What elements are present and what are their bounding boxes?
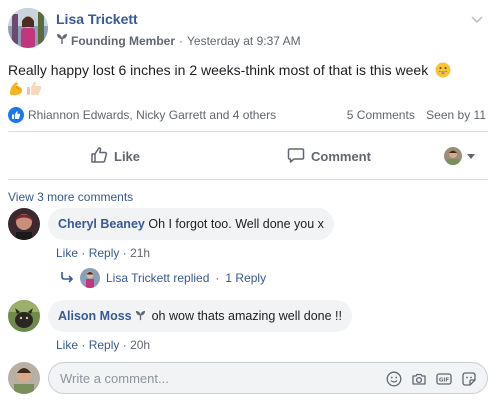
comment-bubble: Alison Moss oh wow thats amazing well do… [48,300,352,332]
comment-reply-link[interactable]: Reply [89,338,120,352]
post-author-name[interactable]: Lisa Trickett [56,11,138,27]
comment-button[interactable]: Comment [287,140,371,172]
meta-separator: · [179,33,183,48]
comment-like-link[interactable]: Like [56,246,78,260]
comment-author[interactable]: Alison Moss [58,309,132,323]
comment-actions-dot: · [122,246,127,260]
comment-actions: Like · Reply · 20h [56,338,150,352]
reactions-divider [8,131,488,132]
comment-bubble-icon [287,146,305,167]
comment-actions-dot: · [81,246,86,260]
reply-author-avatar [80,268,100,288]
comment-composer: Write a comment... GIF [8,362,488,394]
reply-thread-dot: · [215,271,220,285]
post-options-chevron-icon[interactable] [470,12,484,26]
post-action-bar: Like Comment [8,140,488,172]
composer-tools: GIF [386,371,477,387]
comment-time[interactable]: 20h [130,338,150,352]
post-emoji-row [8,80,42,98]
comment-text: Oh I forgot too. Well done you x [148,217,324,231]
like-button-label: Like [114,148,141,164]
commenter-avatar[interactable] [8,208,40,240]
actions-divider [8,179,488,180]
post-meta: Founding Member · Yesterday at 9:37 AM [56,33,301,48]
sticker-icon[interactable] [461,371,477,387]
comment-time[interactable]: 21h [130,246,150,260]
selector-caret-icon [466,149,476,164]
grinning-face-emoji-icon [435,62,451,83]
comment-actions-dot: · [81,338,86,352]
camera-icon[interactable] [411,371,427,387]
reactions-bar: Rhiannon Edwards, Nicky Garrett and 4 ot… [8,106,488,124]
reply-arrow-icon [60,271,74,286]
comment-reply-link[interactable]: Reply [89,246,120,260]
like-button[interactable]: Like [90,140,140,172]
engagement-counts: 5 Comments Seen by 11 [347,108,486,122]
post-text-content: Really happy lost 6 inches in 2 weeks-th… [8,62,429,78]
reply-thread-link[interactable]: Lisa Trickett replied · 1 Reply [60,268,266,288]
flexed-biceps-emoji-icon [8,80,24,98]
thumbs-up-icon [90,146,108,167]
founding-member-badge-icon [135,309,146,325]
seen-by-count[interactable]: Seen by 11 [426,108,486,122]
svg-text:GIF: GIF [439,378,450,384]
comment-author[interactable]: Cheryl Beaney [58,217,145,231]
member-badge-label: Founding Member [71,33,175,48]
like-reaction-icon[interactable] [8,107,24,123]
comment-bubble: Cheryl Beaney Oh I forgot too. Well done… [48,208,334,240]
current-user-avatar [8,362,40,394]
view-more-comments-link[interactable]: View 3 more comments [8,190,133,204]
commenter-avatar[interactable] [8,300,40,332]
comment-input-placeholder: Write a comment... [60,371,169,386]
post-text: Really happy lost 6 inches in 2 weeks-th… [8,61,488,83]
reply-thread-count: 1 Reply [225,271,267,285]
reply-thread-text: Lisa Trickett replied [106,271,210,285]
comment-input[interactable]: Write a comment... GIF [48,362,488,394]
gif-icon[interactable]: GIF [436,371,452,387]
post-header: Lisa Trickett Founding Member · Yesterda… [8,8,488,52]
comment-text: oh wow thats amazing well done !! [151,309,342,323]
emoji-picker-icon[interactable] [386,371,402,387]
comment-as-selector[interactable] [444,147,476,165]
founding-member-badge-icon [56,33,68,48]
comments-count[interactable]: 5 Comments [347,108,415,122]
comment-like-link[interactable]: Like [56,338,78,352]
reactor-summary[interactable]: Rhiannon Edwards, Nicky Garrett and 4 ot… [28,108,276,122]
comment-actions-dot: · [122,338,127,352]
comment-button-label: Comment [311,148,371,164]
post-timestamp[interactable]: Yesterday at 9:37 AM [187,34,301,48]
thumbs-up-emoji-icon [26,80,42,98]
commenter-avatar-icon [444,147,462,165]
author-avatar[interactable] [8,8,48,48]
comment-actions: Like · Reply · 21h [56,246,150,260]
